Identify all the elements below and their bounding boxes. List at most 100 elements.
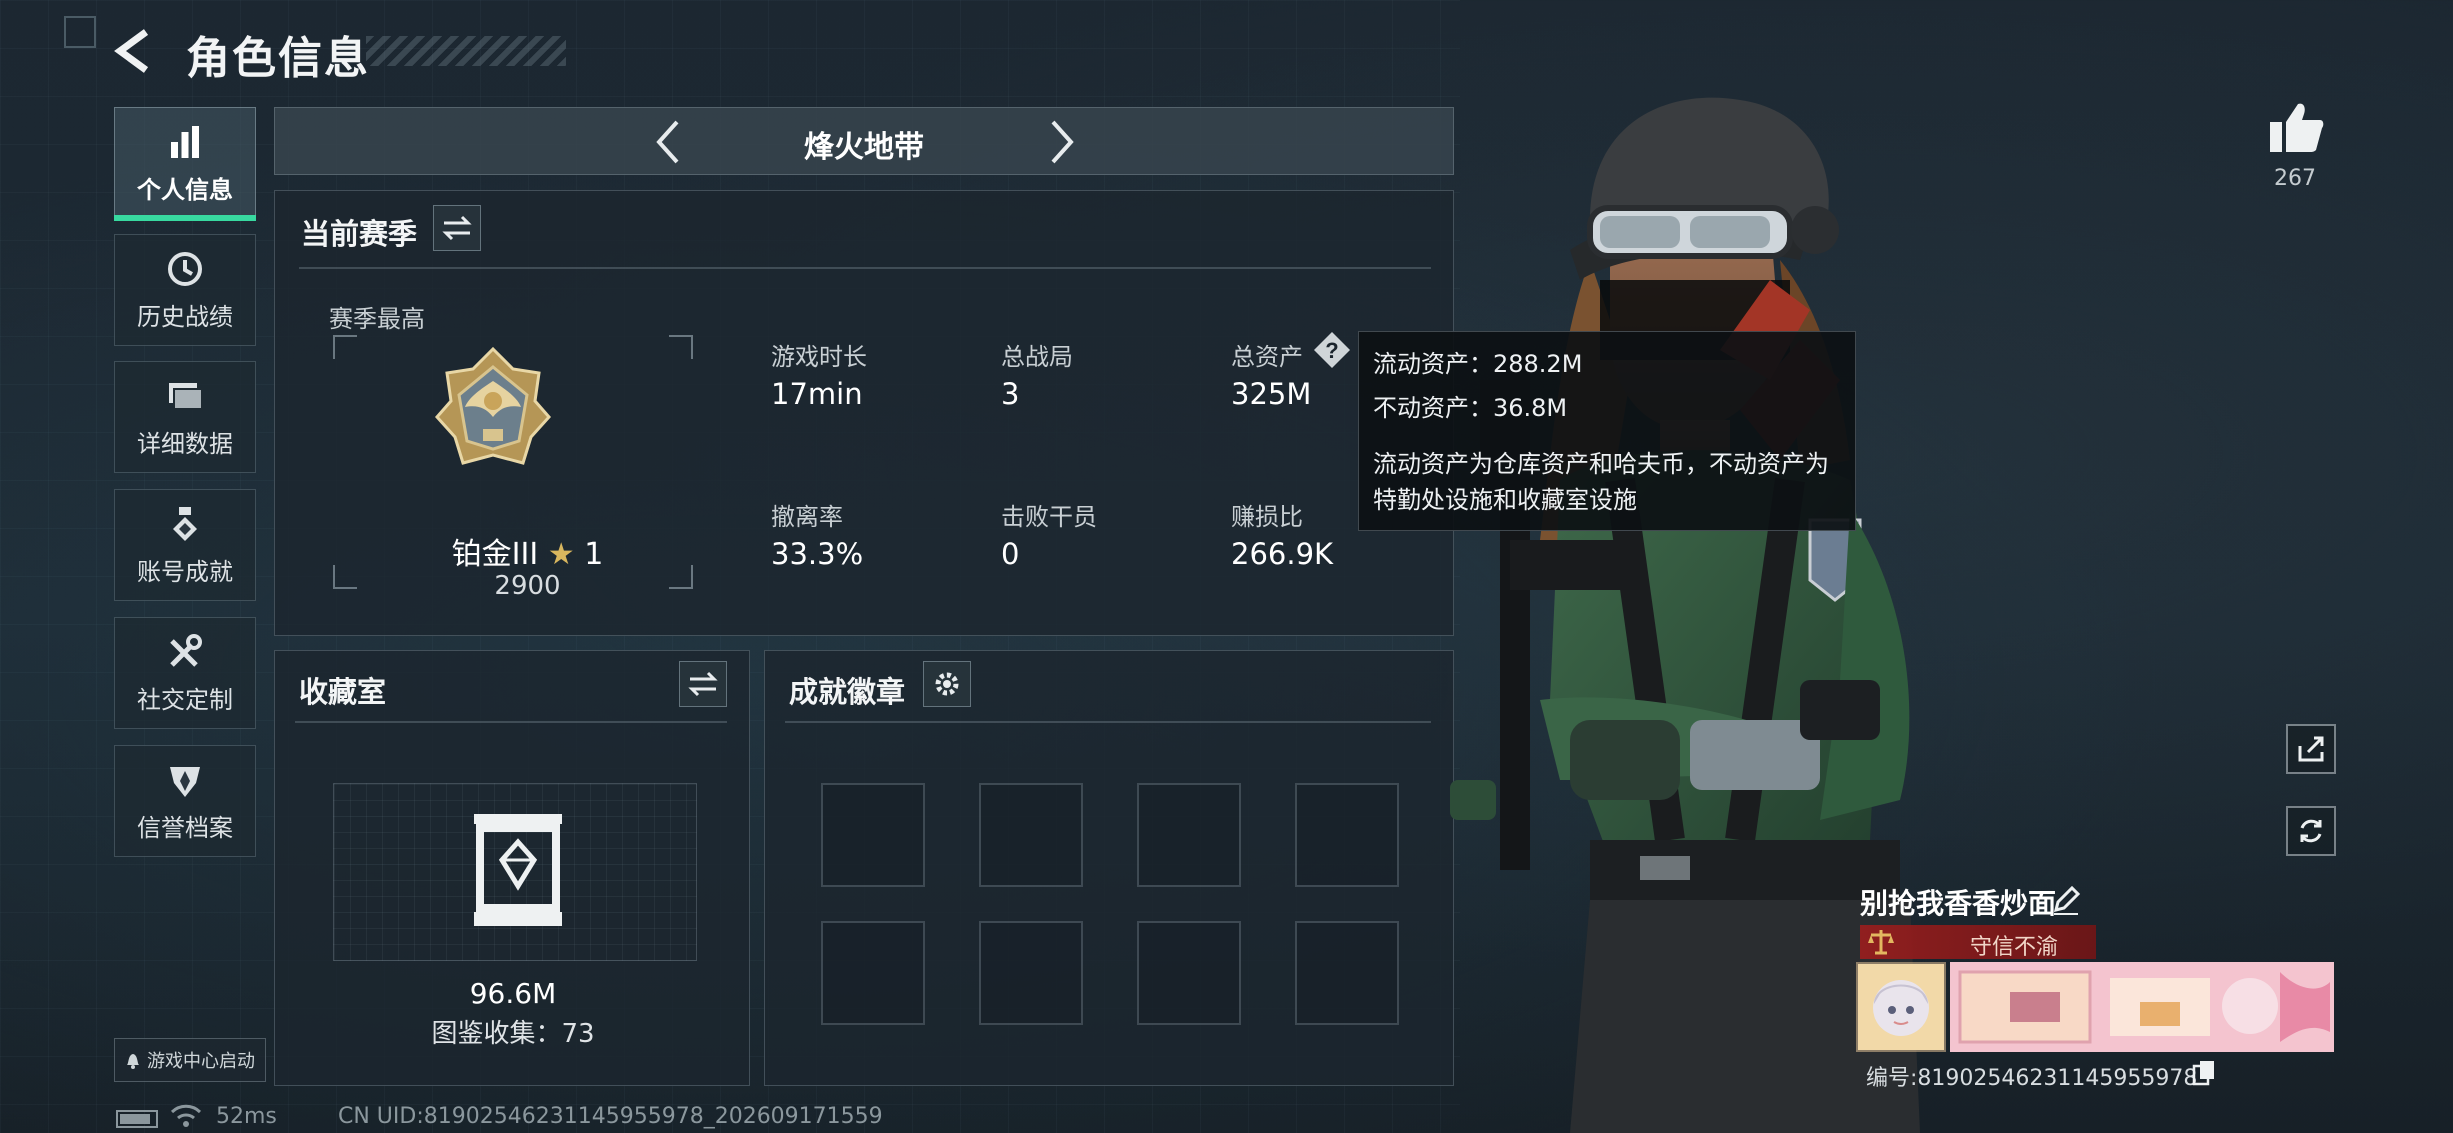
share-icon (2298, 736, 2324, 762)
stat-label-total-matches: 总战局 (1001, 343, 1073, 371)
stat-label-operators-defeated: 击败干员 (1001, 503, 1097, 531)
like-count: 267 (2274, 166, 2316, 191)
sidebar-item-details[interactable]: 详细数据 (114, 361, 256, 473)
sidebar-item-social[interactable]: 社交定制 (114, 617, 256, 729)
wifi-icon (170, 1102, 202, 1128)
active-indicator (114, 215, 256, 221)
badge-slot[interactable] (1137, 921, 1241, 1025)
badge-slot[interactable] (979, 783, 1083, 887)
badges-divider (785, 721, 1431, 723)
collection-switch-button[interactable] (679, 661, 727, 707)
badges-title: 成就徽章 (789, 675, 906, 709)
stat-label-playtime: 游戏时长 (771, 343, 867, 371)
help-icon[interactable]: ? (1313, 331, 1351, 369)
folder-stack-icon (165, 376, 205, 416)
badge-slot[interactable] (821, 921, 925, 1025)
sidebar-item-achievements[interactable]: 账号成就 (114, 489, 256, 601)
stat-value-total-matches: 3 (1001, 377, 1020, 411)
collection-panel: 收藏室 96.6M 图鉴收集：73 (274, 650, 750, 1086)
star-icon: ★ (547, 537, 575, 572)
stat-value-profit-ratio: 266.9K (1231, 537, 1334, 571)
swap-icon (442, 215, 472, 241)
season-divider (299, 267, 1431, 269)
refresh-icon (2300, 819, 2322, 843)
tooltip-description-line1: 流动资产为仓库资产和哈夫币，不动资产为 (1373, 450, 1829, 478)
sidebar-item-label: 详细数据 (137, 429, 233, 458)
shield-emblem-icon (165, 760, 205, 800)
edit-pencil-icon[interactable] (2050, 884, 2082, 916)
trust-label: 守信不渝 (1970, 935, 2059, 960)
game-center-button[interactable]: 游戏中心启动 (114, 1038, 266, 1082)
stat-value-total-assets: 325M (1231, 377, 1312, 411)
bar-chart-icon (165, 122, 205, 162)
collection-divider (295, 721, 727, 723)
season-title: 当前赛季 (301, 217, 418, 251)
battery-icon (116, 1110, 158, 1128)
rank-points: 2900 (494, 571, 561, 601)
sidebar-item-personal-info[interactable]: 个人信息 (114, 107, 256, 219)
mode-selector: 烽火地带 (274, 107, 1454, 175)
sidebar-item-label: 信誉档案 (137, 813, 233, 842)
tools-icon (165, 632, 205, 672)
assets-tooltip: 流动资产：288.2M 不动资产：36.8M 流动资产为仓库资产和哈夫币，不动资… (1358, 331, 1856, 531)
mode-name: 烽火地带 (804, 130, 924, 165)
tooltip-fixed-assets: 不动资产：36.8M (1373, 394, 1568, 422)
chevron-right-icon (1051, 120, 1074, 164)
rank-stars: 1 (584, 537, 604, 572)
tooltip-description-line2: 特勤处设施和收藏室设施 (1373, 486, 1637, 514)
sidebar-item-label: 社交定制 (137, 685, 233, 714)
player-name: 别抢我香香炒面 (1860, 887, 2057, 920)
badge-slot[interactable] (1137, 783, 1241, 887)
copy-icon[interactable] (2192, 1060, 2216, 1086)
svg-text:?: ? (1325, 338, 1338, 363)
frame-corner (669, 335, 693, 359)
swap-icon (688, 671, 718, 697)
refresh-button[interactable] (2286, 806, 2336, 856)
badge-slot[interactable] (1295, 921, 1399, 1025)
rank-line: 铂金III ★ 1 (275, 529, 780, 573)
badge-slot[interactable] (1295, 783, 1399, 887)
frame-corner (333, 335, 357, 359)
display-case-icon (470, 812, 566, 928)
badge-slot[interactable] (979, 921, 1083, 1025)
scales-icon (1866, 927, 1896, 957)
stat-label-total-assets: 总资产 (1231, 343, 1303, 371)
back-arrow-icon (114, 29, 149, 73)
badge-settings-button[interactable] (923, 661, 971, 707)
season-panel: 当前赛季 赛季最高 铂金III ★ 1 2900 游戏时长 17min 总战局 … (274, 190, 1454, 636)
footer-uid: CN UID:81902546231145955978_202609171559 (338, 1104, 883, 1129)
share-button[interactable] (2286, 724, 2336, 774)
season-best-label: 赛季最高 (329, 305, 425, 333)
collection-preview[interactable] (333, 783, 697, 961)
game-center-label: 游戏中心启动 (147, 1051, 255, 1072)
ping-text: 52ms (216, 1104, 277, 1129)
season-switch-button[interactable] (433, 205, 481, 251)
trust-badge: 守信不渝 (1860, 925, 2096, 960)
title-decoration (366, 36, 566, 66)
medal-icon (165, 504, 205, 544)
name-card-banner[interactable] (1950, 962, 2334, 1052)
sidebar-item-label: 个人信息 (137, 175, 233, 204)
tooltip-liquid-assets: 流动资产：288.2M (1373, 350, 1583, 378)
sidebar-item-history[interactable]: 历史战绩 (114, 234, 256, 346)
collection-title: 收藏室 (299, 675, 387, 709)
page-title: 角色信息 (186, 33, 370, 84)
stat-label-profit-ratio: 赚损比 (1231, 503, 1303, 531)
sidebar-item-reputation[interactable]: 信誉档案 (114, 745, 256, 857)
mode-next-button[interactable] (1037, 118, 1085, 166)
thumbs-up-icon[interactable] (2266, 100, 2326, 156)
back-button[interactable] (112, 26, 162, 76)
history-clock-icon (165, 249, 205, 289)
corner-decoration (64, 16, 96, 48)
avatar[interactable] (1856, 962, 1946, 1052)
badges-panel: 成就徽章 (764, 650, 1454, 1086)
rank-name: 铂金III (451, 537, 539, 572)
rank-emblem-icon (431, 345, 555, 473)
player-uid: 编号:81902546231145955978 (1866, 1066, 2198, 1091)
collection-catalog: 图鉴收集：73 (431, 1019, 595, 1049)
gear-icon (935, 672, 959, 696)
sidebar-item-label: 账号成就 (137, 557, 233, 586)
sidebar-item-label: 历史战绩 (137, 302, 233, 331)
badge-slot[interactable] (821, 783, 925, 887)
stat-label-extraction-rate: 撤离率 (771, 503, 843, 531)
